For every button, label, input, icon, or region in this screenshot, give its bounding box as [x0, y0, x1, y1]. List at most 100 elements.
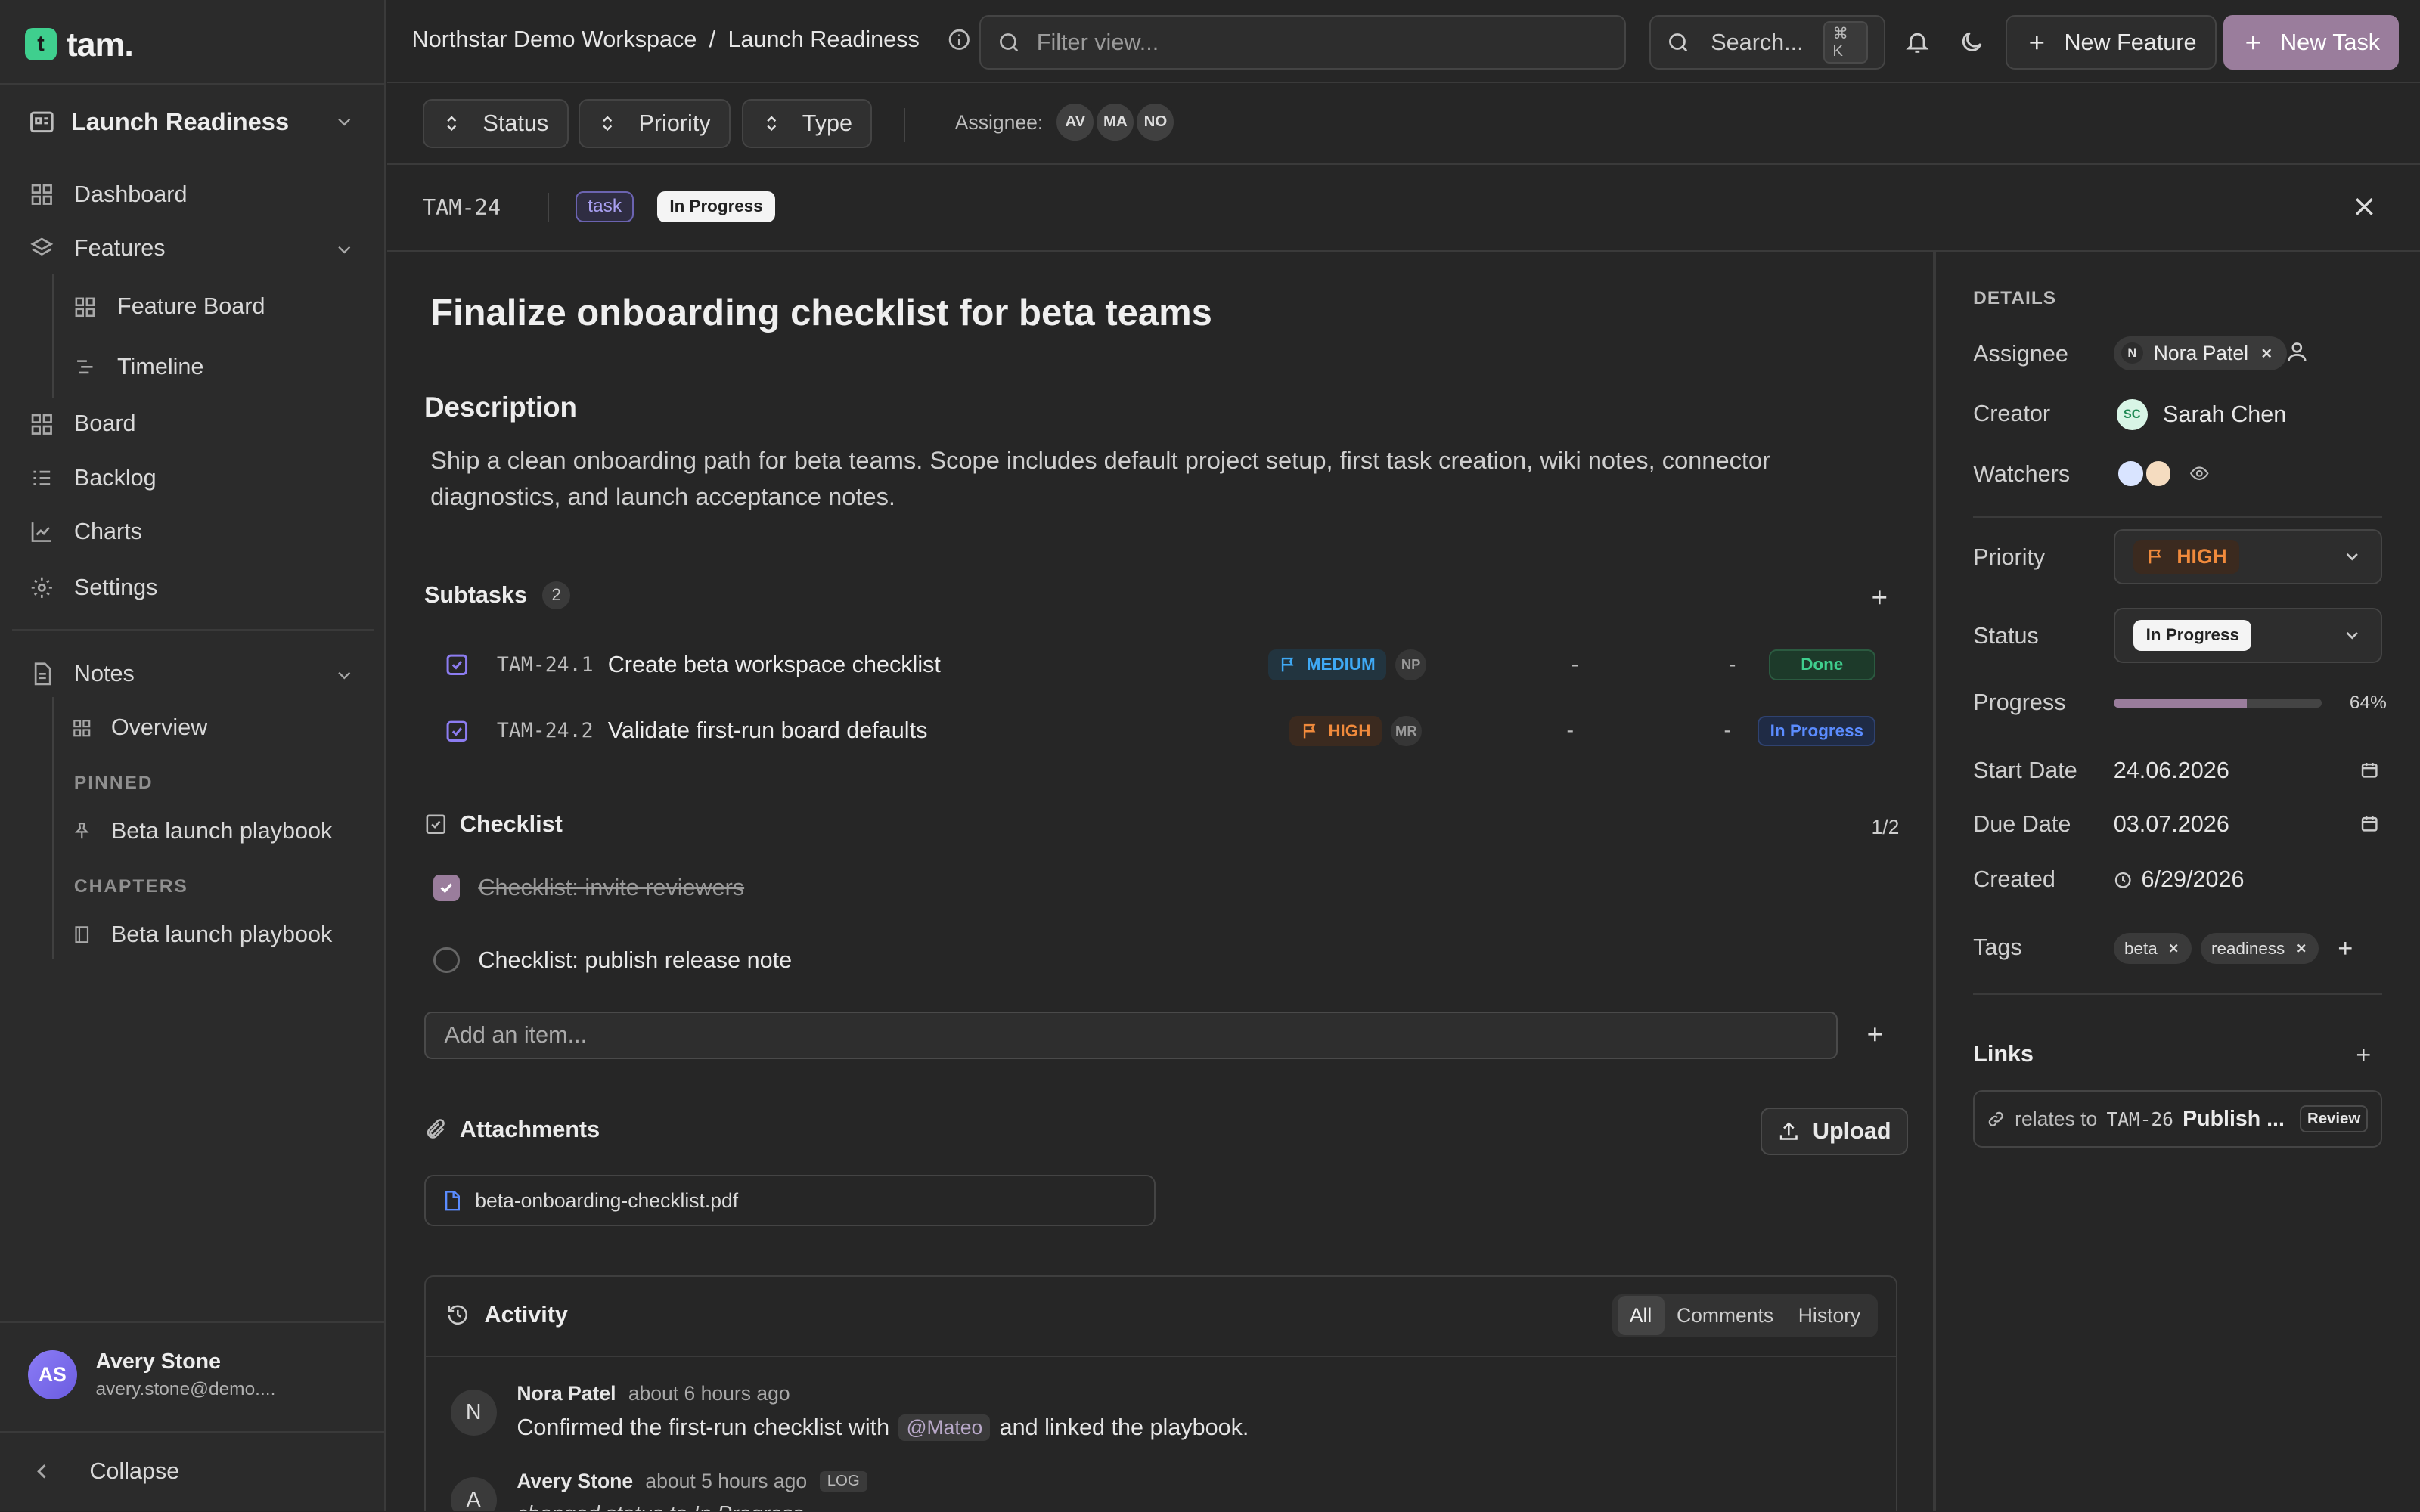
attachments-title: Attachments	[459, 1116, 600, 1142]
start-date-value[interactable]: 24.06.2026	[2114, 758, 2229, 784]
mention-chip[interactable]: @Mateo	[898, 1414, 991, 1441]
checklist-item-label: Checklist: invite reviewers	[478, 874, 745, 900]
tab-history[interactable]: History	[1786, 1296, 1872, 1334]
checklist-item[interactable]: Checklist: publish release note	[433, 947, 792, 974]
close-icon[interactable]	[2349, 191, 2380, 222]
start-date-label: Start Date	[1973, 757, 2077, 783]
info-icon[interactable]	[947, 27, 972, 52]
checklist-item[interactable]: Checklist: invite reviewers	[433, 875, 744, 901]
checkbox-checked[interactable]	[433, 874, 460, 901]
add-checklist-item-input[interactable]	[444, 1022, 1802, 1049]
tag-chip[interactable]: beta	[2113, 933, 2192, 964]
close-icon[interactable]	[2294, 941, 2308, 955]
add-subtask-icon[interactable]	[1868, 586, 1891, 609]
calendar-icon[interactable]	[2360, 761, 2378, 779]
sidebar-item-feature-board[interactable]: Feature Board	[71, 290, 265, 324]
activity-text-after: and linked the playbook.	[999, 1414, 1249, 1440]
project-switcher[interactable]: Launch Readiness	[28, 102, 358, 142]
user-menu[interactable]: AS Avery Stone avery.stone@demo....	[27, 1349, 275, 1400]
add-checklist-item-field[interactable]	[424, 1012, 1838, 1060]
assignee-filter-avatar[interactable]: AV	[1053, 100, 1097, 144]
task-title[interactable]: Finalize onboarding checklist for beta t…	[430, 292, 1212, 334]
sidebar-item-dashboard[interactable]: Dashboard	[28, 178, 188, 212]
sidebar-item-notes[interactable]: Notes	[28, 657, 135, 691]
activity-time: about 6 hours ago	[628, 1381, 790, 1405]
sidebar-item-features[interactable]: Features	[28, 231, 166, 265]
tab-comments[interactable]: Comments	[1665, 1296, 1786, 1334]
priority-filter-button[interactable]: Priority	[578, 98, 731, 148]
chevron-down-icon[interactable]	[334, 239, 355, 261]
breadcrumb-workspace[interactable]: Northstar Demo Workspace	[412, 26, 697, 53]
collapse-button[interactable]: Collapse	[28, 1455, 179, 1489]
chevron-down-icon[interactable]	[334, 665, 355, 686]
subtask-row[interactable]: TAM-24.2 Validate first-run board defaul…	[424, 708, 1899, 754]
new-feature-button[interactable]: New Feature	[2005, 15, 2217, 70]
chevron-down-icon[interactable]	[334, 111, 355, 133]
details-panel: DETAILS Assignee N Nora Patel Creator SC…	[1936, 252, 2419, 1512]
new-task-button[interactable]: New Task	[2223, 15, 2399, 70]
task-id: TAM-24	[422, 194, 501, 221]
task-main: Finalize onboarding checklist for beta t…	[387, 252, 1933, 1512]
breadcrumb-page[interactable]: Launch Readiness	[728, 26, 919, 53]
close-icon[interactable]	[2167, 941, 2180, 955]
tag-chip[interactable]: readiness	[2200, 933, 2319, 964]
search-button[interactable]: Search... ⌘ K	[1649, 15, 1885, 70]
assignee-filter-avatar[interactable]: NO	[1134, 100, 1177, 144]
sidebar-item-chapter-playbook[interactable]: Beta launch playbook	[71, 918, 332, 952]
moon-icon[interactable]	[1955, 25, 1989, 59]
add-link-icon[interactable]	[2353, 1044, 2375, 1066]
sidebar-item-settings[interactable]: Settings	[28, 571, 157, 605]
attachment-file[interactable]: beta-onboarding-checklist.pdf	[424, 1175, 1156, 1226]
link-title: Publish ...	[2183, 1106, 2285, 1131]
progress-text: 64%	[2349, 692, 2387, 713]
eye-icon[interactable]	[2189, 463, 2210, 484]
link-icon	[1989, 1111, 2004, 1126]
linked-item[interactable]: relates to TAM-26 Publish ... Review	[1973, 1090, 2382, 1148]
activity-text: Confirmed the first-run checklist with @…	[517, 1414, 1249, 1441]
sidebar-item-overview[interactable]: Overview	[71, 711, 207, 745]
sidebar-item-pinned-playbook[interactable]: Beta launch playbook	[71, 814, 332, 848]
subtask-row[interactable]: TAM-24.1 Create beta workspace checklist…	[424, 642, 1899, 688]
tab-all[interactable]: All	[1617, 1296, 1665, 1335]
task-description[interactable]: Ship a clean onboarding path for beta te…	[430, 442, 1850, 515]
tags: beta readiness	[2113, 933, 2356, 964]
priority-text: HIGH	[1328, 720, 1371, 740]
creator: SC Sarah Chen	[2116, 399, 2286, 431]
sidebar-item-backlog[interactable]: Backlog	[28, 461, 157, 495]
clock-icon	[2114, 872, 2131, 888]
filter-view-input[interactable]	[1036, 29, 1593, 56]
sidebar-item-board[interactable]: Board	[28, 407, 136, 442]
top-bar: Northstar Demo Workspace / Launch Readin…	[387, 0, 2420, 84]
pin-icon	[71, 817, 93, 845]
search-label: Search...	[1711, 29, 1804, 55]
sidebar-item-timeline[interactable]: Timeline	[71, 350, 203, 384]
links-heading: Links	[1973, 1040, 2034, 1067]
watchers[interactable]	[2114, 457, 2210, 489]
assignee-filter-avatar[interactable]: MA	[1094, 100, 1137, 144]
calendar-icon[interactable]	[2360, 814, 2378, 832]
sidebar-label: Beta launch playbook	[110, 818, 333, 844]
filter-view-field[interactable]	[979, 15, 1627, 70]
link-relation: relates to	[2015, 1107, 2098, 1130]
status-filter-button[interactable]: Status	[422, 98, 569, 148]
checkbox-unchecked[interactable]	[433, 947, 460, 974]
plus-icon[interactable]	[1863, 1023, 1887, 1046]
user-add-icon[interactable]	[2285, 339, 2313, 367]
sidebar-item-charts[interactable]: Charts	[28, 515, 142, 549]
upload-button[interactable]: Upload	[1760, 1107, 1908, 1155]
plus-icon[interactable]	[2335, 937, 2356, 959]
watcher-avatar	[2114, 457, 2146, 489]
assignee-chip[interactable]: N Nora Patel	[2113, 336, 2288, 370]
status-value: In Progress	[2133, 620, 2252, 651]
type-filter-button[interactable]: Type	[742, 98, 873, 148]
book-icon	[71, 921, 93, 949]
bell-icon[interactable]	[1900, 25, 1934, 59]
status-select[interactable]: In Progress	[2113, 607, 2382, 664]
assignee-label: Assignee	[1973, 340, 2068, 367]
gear-icon	[28, 574, 56, 602]
close-icon[interactable]	[2259, 345, 2274, 361]
breadcrumb: Northstar Demo Workspace / Launch Readin…	[412, 26, 972, 53]
due-date-value[interactable]: 03.07.2026	[2114, 811, 2229, 838]
app-logo[interactable]: t tam.	[24, 25, 134, 64]
priority-select[interactable]: HIGH	[2113, 528, 2382, 585]
